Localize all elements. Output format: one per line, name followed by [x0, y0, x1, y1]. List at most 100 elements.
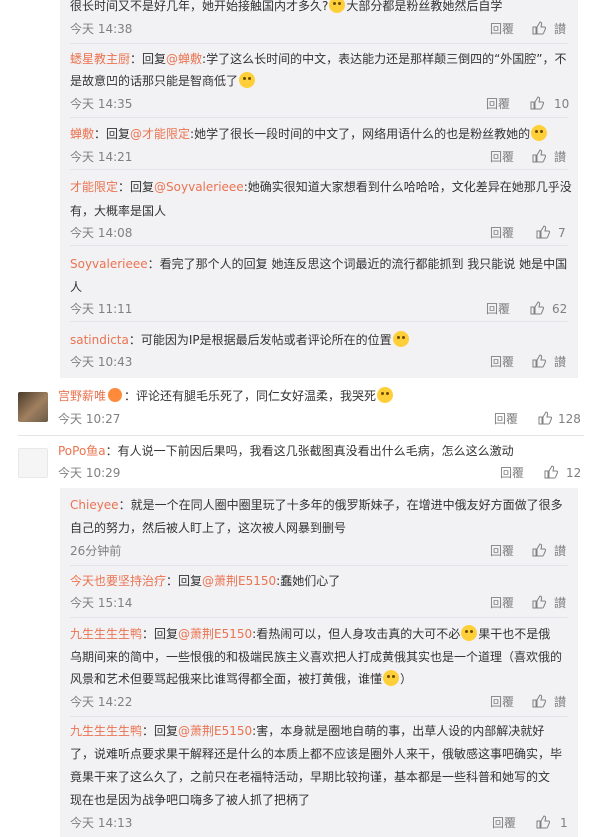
mention-link[interactable]: @Soyvalerieee [154, 180, 244, 194]
timestamp: 今天 14:38 [70, 22, 133, 36]
reply-prefix: ： [124, 389, 137, 403]
user-name[interactable]: PoPo鱼a [58, 444, 106, 458]
thumbs-up-icon[interactable] [536, 225, 550, 239]
reply-prefix: ： [147, 257, 160, 271]
sub-comment: 很长时间又不是好几年，她开始接触国内才多久? 大部分都是粉丝教她然后自学 今天 1… [60, 0, 578, 44]
reply-button[interactable]: 回覆 [490, 544, 514, 558]
comment-body: 很长时间又不是好几年，她开始接触国内才多久? [70, 0, 329, 13]
mention-link[interactable]: @萧荆E5150 [202, 574, 276, 588]
like-count[interactable]: 讃 [554, 150, 566, 164]
comment-text-line4: 现在也是因为战争吧口嗨多了被人抓了把柄了 [70, 793, 311, 807]
user-name[interactable]: 今天也要坚持治疗 [70, 574, 166, 588]
comment-text: 很长时间又不是好几年，她开始接触国内才多久? 大部分都是粉丝教她然后自学 [70, 0, 502, 18]
reply-button[interactable]: 回覆 [490, 226, 514, 240]
comment-body: 可能因为IP是根据最后发帖或者评论所在的位置 [140, 333, 392, 347]
timestamp: 今天 11:11 [70, 302, 133, 316]
comment-body: 评论还有腿毛乐死了，同仁女好温柔，我哭死 [136, 389, 377, 403]
like-count[interactable]: 7 [558, 226, 566, 240]
thumbs-up-icon[interactable] [532, 694, 546, 708]
reply-button[interactable]: 回覆 [490, 22, 514, 36]
like-count[interactable]: 讃 [554, 544, 566, 558]
user-name[interactable]: satindicta [70, 333, 129, 347]
comment: PoPo鱼a：有人说一下前因后果吗，我看这几张截图真没看出什么毛病，怎么这么激动… [0, 436, 602, 488]
thumbs-up-icon[interactable] [532, 21, 546, 35]
thumbs-up-icon[interactable] [532, 543, 546, 557]
reply-button[interactable]: 回覆 [486, 97, 510, 111]
comment-text: satindicta：可能因为IP是根据最后发帖或者评论所在的位置 [70, 328, 410, 352]
thumbs-up-icon[interactable] [536, 815, 550, 829]
badge-icon [108, 388, 123, 402]
sub-comment: satindicta：可能因为IP是根据最后发帖或者评论所在的位置 今天 10:… [60, 322, 578, 378]
user-name[interactable]: Soyvalerieee [70, 257, 148, 271]
reply-button[interactable]: 回覆 [486, 302, 510, 316]
avatar[interactable] [18, 392, 48, 422]
comment-body: 有人说一下前因后果吗，我看这几张截图真没看出什么毛病，怎么这么激动 [117, 444, 514, 458]
mention-link[interactable]: @才能限定 [130, 127, 190, 141]
comment-text: PoPo鱼a：有人说一下前因后果吗，我看这几张截图真没看出什么毛病，怎么这么激动 [58, 439, 514, 463]
emoji-icon [329, 0, 346, 13]
timestamp: 今天 14:13 [70, 816, 133, 830]
sub-comment-thread-2: Chieyee：就是一个在同人圈中圈里玩了十多年的俄罗斯妹子，在增进中俄友好方面… [60, 488, 578, 837]
thumbs-up-icon[interactable] [530, 301, 544, 315]
like-count[interactable]: 讃 [554, 22, 566, 36]
reply-button[interactable]: 回覆 [492, 816, 516, 830]
emoji-icon [461, 625, 478, 641]
user-name[interactable]: 才能限定 [70, 180, 118, 194]
thumbs-up-icon[interactable] [538, 411, 552, 425]
user-name[interactable]: 蟋星教主厨 [70, 52, 130, 66]
reply-button[interactable]: 回覆 [500, 466, 524, 480]
emoji-icon [377, 387, 394, 403]
thumbs-up-icon[interactable] [544, 465, 558, 479]
like-count[interactable]: 讃 [554, 695, 566, 709]
reply-prefix: ：回复 [166, 574, 203, 588]
comment-text-line3: 风景和艺术但要骂起俄来比谁骂得都全面，被打黄俄，谁懂 ） [70, 667, 412, 691]
comment-body: :学了这么长时间的中文，表达能力还是那样颠三倒四的“外国腔”，不 [202, 52, 567, 66]
reply-button[interactable]: 回覆 [490, 695, 514, 709]
reply-button[interactable]: 回覆 [490, 150, 514, 164]
sub-comment: Chieyee：就是一个在同人圈中圈里玩了十多年的俄罗斯妹子，在增进中俄友好方面… [60, 488, 578, 566]
like-count[interactable]: 10 [554, 97, 569, 111]
user-name[interactable]: 九生生生生鸭 [70, 724, 142, 738]
thumbs-up-icon[interactable] [532, 595, 546, 609]
avatar[interactable] [18, 448, 48, 478]
like-count[interactable]: 128 [558, 412, 581, 426]
sub-comment: 蝉敷：回复@才能限定:她学了很长一段时间的中文了，网络用语什么的也是粉丝教她的 … [60, 118, 578, 170]
timestamp: 今天 10:29 [58, 466, 121, 480]
thumbs-up-icon[interactable] [532, 354, 546, 368]
user-name[interactable]: 九生生生生鸭 [70, 627, 142, 641]
timestamp: 今天 14:22 [70, 695, 133, 709]
thumbs-up-icon[interactable] [532, 149, 546, 163]
comment-text: 蝉敷：回复@才能限定:她学了很长一段时间的中文了，网络用语什么的也是粉丝教她的 [70, 122, 548, 146]
reply-prefix: ：回复 [130, 52, 167, 66]
sub-comment-thread-1: 很长时间又不是好几年，她开始接触国内才多久? 大部分都是粉丝教她然后自学 今天 1… [60, 0, 578, 378]
mention-link[interactable]: @萧荆E5150 [178, 627, 252, 641]
comment-text: Soyvalerieee：看完了那个人的回复 她连反思这个词最近的流行都能抓到 … [70, 252, 567, 276]
reply-prefix: ：回复 [94, 127, 131, 141]
comment-text-line2: 自己的努力，然后被人盯上了，这次被人网暴到删号 [70, 521, 347, 535]
reply-button[interactable]: 回覆 [490, 355, 514, 369]
emoji-icon [239, 72, 256, 88]
like-count[interactable]: 讃 [554, 596, 566, 610]
comment-text: Chieyee：就是一个在同人圈中圈里玩了十多年的俄罗斯妹子，在增进中俄友好方面… [70, 493, 563, 517]
sub-comment: 蟋星教主厨：回复@蝉敷:学了这么长时间的中文，表达能力还是那样颠三倒四的“外国腔… [60, 44, 578, 118]
comment-text-line2: 了，说难听点要求果干解释还是什么的本质上都不应该是圈外人来干，俄敏感这事吧确实，… [70, 747, 563, 761]
user-name[interactable]: 蝉敷 [70, 127, 94, 141]
sub-comment: 九生生生生鸭：回复@萧荆E5150:看热闹可以，但人身攻击真的大可不必 果干也不是… [60, 618, 578, 717]
reply-prefix: ：回复 [118, 180, 155, 194]
user-name[interactable]: Chieyee [70, 498, 119, 512]
like-count[interactable]: 12 [566, 466, 581, 480]
user-name[interactable]: 宫野薪唯 [58, 389, 106, 403]
like-count[interactable]: 讃 [554, 355, 566, 369]
mention-link[interactable]: @蝉敷 [166, 52, 202, 66]
reply-button[interactable]: 回覆 [494, 412, 518, 426]
comment-text-line2: 有，大概率是国人 [70, 204, 167, 218]
comment-text: 蟋星教主厨：回复@蝉敷:学了这么长时间的中文，表达能力还是那样颠三倒四的“外国腔… [70, 47, 567, 71]
thumbs-up-icon[interactable] [530, 96, 544, 110]
reply-button[interactable]: 回覆 [490, 596, 514, 610]
reply-prefix: ： [105, 444, 118, 458]
comment-body-cont: 大部分都是粉丝教她然后自学 [346, 0, 503, 13]
like-count[interactable]: 62 [552, 302, 567, 316]
mention-link[interactable]: @萧荆E5150 [178, 724, 252, 738]
like-count[interactable]: 1 [560, 816, 568, 830]
comment-body: :害，本身就是圈地自萌的事，出草人设的内部解决就好 [252, 724, 545, 738]
